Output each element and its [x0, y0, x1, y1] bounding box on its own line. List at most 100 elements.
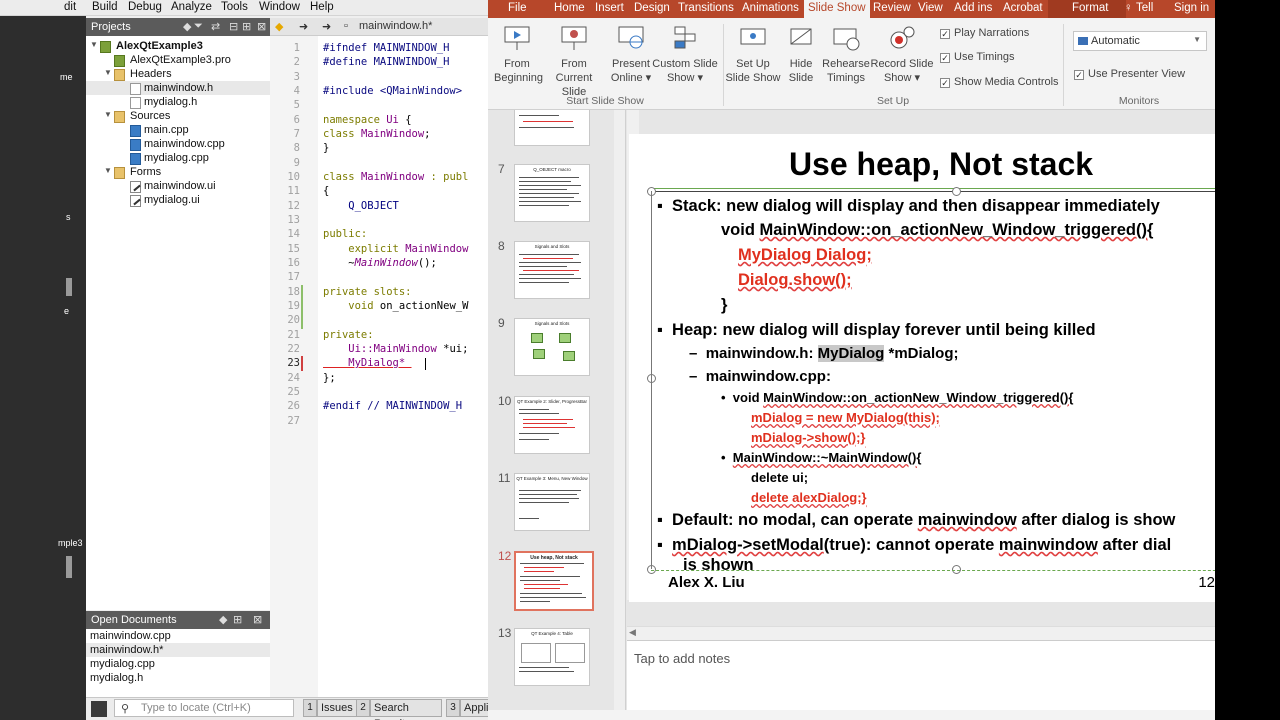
lightbulb-icon[interactable]: ♀	[1124, 0, 1133, 18]
tree-item-mainwindow-cpp[interactable]: mainwindow.cpp	[130, 138, 270, 152]
group-label-setup: Set Up	[876, 95, 910, 107]
tree-item-forms[interactable]: ▼ Forms	[104, 166, 264, 180]
monitor-icon	[1078, 37, 1088, 45]
editor-file-name[interactable]: mainwindow.h*	[359, 20, 432, 32]
slide-thumbnail-11[interactable]: QT Example 3: Menu, New Window	[514, 473, 590, 531]
menu-edit[interactable]: dit	[64, 1, 76, 13]
tree-item-project[interactable]: ▼ AlexQtExample3	[90, 40, 260, 54]
back-arrow-icon[interactable]: ◆	[275, 20, 283, 33]
forward-arrow-icon[interactable]: ➜	[299, 20, 308, 33]
tree-item-sources[interactable]: ▼ Sources	[104, 110, 264, 124]
tell-me[interactable]: Tell	[1136, 0, 1153, 18]
open-doc-item[interactable]: mydialog.h	[90, 672, 143, 684]
mode-label-edit[interactable]: s	[66, 212, 71, 222]
collapse-arrow-icon[interactable]: ▼	[104, 68, 112, 77]
hide-slide-button[interactable]: Hide Slide	[784, 24, 818, 85]
notes-pane[interactable]: Tap to add notes	[627, 640, 1215, 710]
mode-label-projects[interactable]: e	[64, 306, 69, 316]
panel-dropdown-icon[interactable]: ◆	[219, 613, 227, 626]
slide-thumbnail-13[interactable]: QT Example 4: Table	[514, 628, 590, 686]
menu-analyze[interactable]: Analyze	[171, 1, 212, 13]
slide-footer[interactable]: Alex X. Liu	[668, 574, 745, 591]
mode-label-welcome[interactable]: me	[60, 72, 73, 82]
menu-window[interactable]: Window	[259, 1, 300, 13]
tree-item-mydialog-cpp[interactable]: mydialog.cpp	[130, 152, 270, 166]
slide-thumbnail-12[interactable]: Use heap, Not stack	[514, 551, 594, 611]
scroll-left-icon[interactable]: ◀	[629, 627, 636, 638]
output-tab-issues[interactable]: 1 Issues	[303, 699, 357, 717]
filter-icon[interactable]: ⏷	[194, 20, 203, 33]
tab-file[interactable]: File	[508, 0, 527, 18]
tab-format[interactable]: Format	[1048, 0, 1127, 18]
tree-item-pro-file[interactable]: AlexQtExample3.pro	[104, 54, 264, 68]
ui-form-icon	[130, 181, 141, 193]
tab-home[interactable]: Home	[554, 0, 585, 18]
bullet-heap: ▪ Heap: new dialog will display forever …	[657, 321, 1096, 339]
slide-canvas[interactable]: Use heap, Not stack ▪ Stack: new dialog …	[629, 134, 1215, 602]
menu-tools[interactable]: Tools	[221, 1, 248, 13]
heap-code-line: mDialog->show();}	[751, 430, 866, 445]
tab-animations[interactable]: Animations	[742, 0, 799, 18]
collapse-arrow-icon[interactable]: ▼	[90, 40, 98, 49]
open-doc-item[interactable]: mydialog.cpp	[90, 658, 155, 670]
tab-view[interactable]: View	[918, 0, 943, 18]
collapse-arrow-icon[interactable]: ▼	[104, 166, 112, 175]
close-panel-icon[interactable]: ⊠	[253, 613, 262, 626]
collapse-arrow-icon[interactable]: ▼	[104, 110, 112, 119]
set-up-slide-show-button[interactable]: Set Up Slide Show	[724, 24, 782, 85]
menu-debug[interactable]: Debug	[128, 1, 162, 13]
open-doc-item[interactable]: mainwindow.cpp	[90, 630, 171, 642]
tab-add-ins[interactable]: Add ins	[954, 0, 992, 18]
nav-forward-icon[interactable]: ➜	[322, 20, 331, 33]
horizontal-scrollbar[interactable]: ◀	[627, 626, 1215, 640]
slide-page-number[interactable]: 12	[1198, 574, 1215, 591]
show-media-controls-checkbox[interactable]: ✓ Show Media Controls	[940, 76, 1059, 88]
tree-item-mydialog-h[interactable]: mydialog.h	[130, 96, 270, 110]
sign-in[interactable]: Sign in	[1174, 0, 1209, 18]
mode-label-kit[interactable]: mple3	[58, 538, 83, 548]
tree-item-mainwindow-ui[interactable]: mainwindow.ui	[130, 180, 270, 194]
rehearse-timings-button[interactable]: Rehearse Timings	[820, 24, 872, 85]
custom-slide-show-button[interactable]: Custom Slide Show ▾	[652, 24, 718, 85]
play-narrations-checkbox[interactable]: ✓ Play Narrations	[940, 27, 1029, 39]
tree-item-mainwindow-h[interactable]: mainwindow.h	[130, 82, 270, 96]
tree-item-main-cpp[interactable]: main.cpp	[130, 124, 270, 138]
tab-insert[interactable]: Insert	[595, 0, 624, 18]
open-doc-item[interactable]: mainwindow.h*	[90, 644, 163, 656]
add-split-icon[interactable]: ⊞	[242, 20, 251, 33]
tab-review[interactable]: Review	[873, 0, 911, 18]
slide-thumbnail-6[interactable]	[514, 110, 590, 146]
output-tab-search-results[interactable]: 2 Search Results	[356, 699, 442, 720]
split-icon[interactable]: ⊟	[229, 20, 238, 33]
slide-thumbnail-10[interactable]: QT Example 2: Slider, ProgressBar	[514, 396, 590, 454]
thumbnails-scrollbar[interactable]	[614, 110, 625, 720]
resize-handle[interactable]	[952, 187, 961, 196]
tree-item-mydialog-ui[interactable]: mydialog.ui	[130, 194, 270, 208]
use-timings-checkbox[interactable]: ✓ Use Timings	[940, 51, 1015, 63]
tree-item-headers[interactable]: ▼ Headers	[104, 68, 264, 82]
tab-acrobat[interactable]: Acrobat	[1003, 0, 1043, 18]
present-online-button[interactable]: Present Online ▾	[606, 24, 656, 85]
panel-dropdown-icon[interactable]: ◆	[183, 20, 191, 33]
slide-thumbnail-9[interactable]: Signals and Slots	[514, 318, 590, 376]
slide-title[interactable]: Use heap, Not stack	[629, 146, 1215, 183]
monitor-select[interactable]: Automatic ▼	[1073, 31, 1207, 51]
use-presenter-view-checkbox[interactable]: ✓ Use Presenter View	[1074, 68, 1185, 80]
locator-input[interactable]: ⚲ Type to locate (Ctrl+K)	[114, 699, 294, 717]
add-split-icon[interactable]: ⊞	[233, 613, 242, 626]
tab-design[interactable]: Design	[634, 0, 670, 18]
slide-thumbnail-7[interactable]: Q_OBJECT macro	[514, 164, 590, 222]
code-editor[interactable]: #ifndef MAINWINDOW_H #define MAINWINDOW_…	[318, 36, 488, 697]
toggle-sidebar-icon[interactable]	[91, 701, 107, 717]
sync-icon[interactable]: ⇄	[211, 20, 220, 33]
slide-thumbnail-8[interactable]: Signals and Slots	[514, 241, 590, 299]
tab-transitions[interactable]: Transitions	[678, 0, 734, 18]
output-tab-application[interactable]: 3 Applic	[446, 699, 488, 717]
close-panel-icon[interactable]: ⊠	[257, 20, 266, 33]
menu-build[interactable]: Build	[92, 1, 118, 13]
menu-help[interactable]: Help	[310, 1, 334, 13]
tab-slide-show[interactable]: Slide Show	[804, 0, 870, 18]
from-current-slide-button[interactable]: From Current Slide	[544, 24, 604, 99]
from-beginning-button[interactable]: From Beginning	[494, 24, 543, 85]
record-slide-show-button[interactable]: Record Slide Show ▾	[868, 24, 936, 85]
